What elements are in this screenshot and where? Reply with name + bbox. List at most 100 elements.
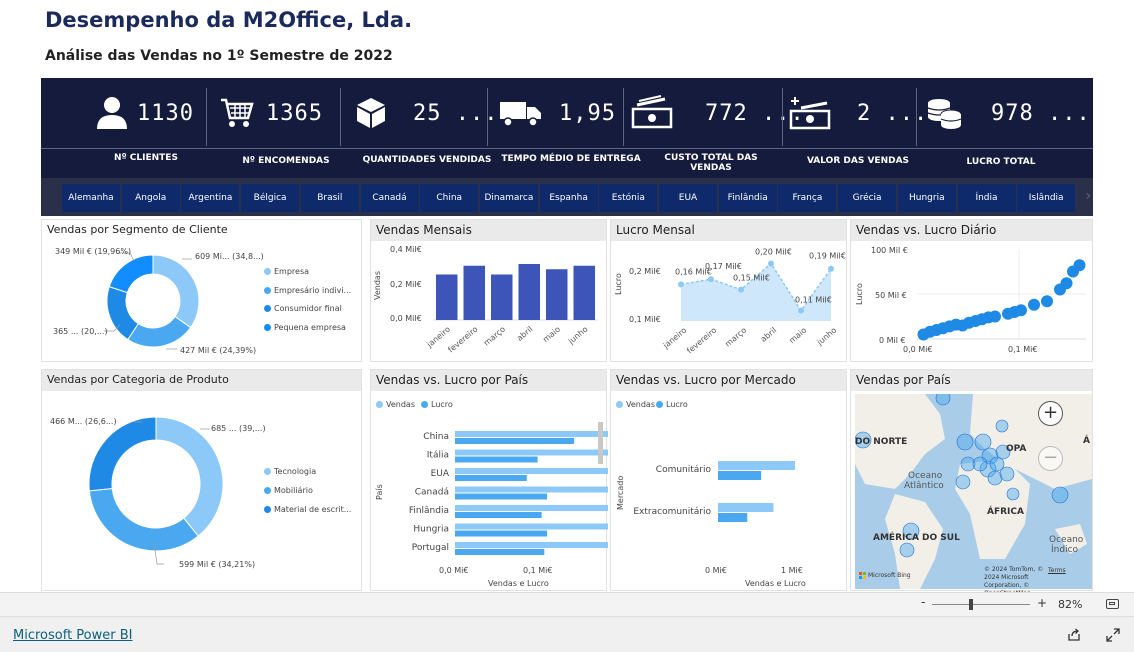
map-bubble[interactable] xyxy=(899,542,915,558)
bar[interactable] xyxy=(455,542,608,548)
country-button[interactable]: Finlândia xyxy=(718,184,777,212)
scatter-point[interactable] xyxy=(1060,277,1073,290)
bar[interactable] xyxy=(718,471,762,480)
map-bubble[interactable] xyxy=(972,456,988,472)
donut-slice[interactable] xyxy=(106,285,139,341)
power-bi-link[interactable]: Microsoft Power BI xyxy=(13,628,132,643)
legend-item[interactable]: Material de escrit... xyxy=(264,505,351,514)
zoom-in-button[interactable]: + xyxy=(1037,596,1047,610)
bar[interactable] xyxy=(455,449,608,456)
data-point[interactable] xyxy=(828,265,834,272)
scrollbar[interactable] xyxy=(598,422,603,464)
scatter-point[interactable] xyxy=(1041,295,1053,308)
card-title: Vendas vs. Lucro Diário xyxy=(851,220,1092,241)
country-button[interactable]: Brasil xyxy=(300,184,359,212)
legend-item[interactable]: Pequena empresa xyxy=(264,323,346,332)
donut-slice[interactable] xyxy=(108,254,154,294)
map-bubble[interactable] xyxy=(956,433,974,451)
country-button[interactable]: Alemanha xyxy=(62,184,120,212)
bar[interactable] xyxy=(455,456,538,463)
fit-to-page-icon[interactable] xyxy=(1106,599,1119,609)
map-bubble[interactable] xyxy=(995,419,1009,433)
legend-item[interactable]: Mobiliário xyxy=(264,486,313,495)
fullscreen-icon[interactable] xyxy=(1106,628,1120,642)
bar[interactable] xyxy=(455,530,548,537)
bar[interactable] xyxy=(455,512,542,518)
bar[interactable] xyxy=(455,438,575,444)
legend-item[interactable]: Empresário indivi... xyxy=(264,286,351,295)
country-button[interactable]: Angola xyxy=(121,184,180,212)
data-point[interactable] xyxy=(738,286,744,293)
legend-item[interactable]: Tecnologia xyxy=(264,467,316,476)
legend-item[interactable]: Consumidor final xyxy=(264,304,342,313)
country-button[interactable]: Argentina xyxy=(181,184,240,212)
bar[interactable] xyxy=(718,503,774,512)
y-tick: 100 Mil € xyxy=(871,246,908,255)
bar[interactable] xyxy=(718,513,748,522)
map-bubble[interactable] xyxy=(974,433,992,451)
bar[interactable] xyxy=(436,274,458,321)
kpi-clients-value: 1130 xyxy=(137,100,194,126)
scatter-point[interactable] xyxy=(1028,298,1040,311)
donut-slice[interactable] xyxy=(88,487,199,552)
bar[interactable] xyxy=(455,549,545,555)
scatter-point[interactable] xyxy=(1015,304,1027,317)
bar[interactable] xyxy=(455,468,608,474)
country-button[interactable]: Canadá xyxy=(360,184,419,212)
map-zoom-in-button[interactable]: + xyxy=(1038,401,1063,426)
zoom-slider-thumb[interactable] xyxy=(969,599,973,610)
zoom-out-button[interactable]: - xyxy=(921,595,925,609)
country-button[interactable]: Índia xyxy=(957,184,1016,212)
bar[interactable] xyxy=(463,265,486,320)
y-tick: 0,2 Mil€ xyxy=(629,267,661,276)
donut-slice[interactable] xyxy=(127,315,192,348)
bar[interactable] xyxy=(718,461,795,470)
share-icon[interactable] xyxy=(1067,628,1081,642)
bar[interactable] xyxy=(455,493,548,500)
bar[interactable] xyxy=(455,505,608,511)
y-tick: 0,1 Mil€ xyxy=(629,315,661,324)
map-terms-link[interactable]: Terms xyxy=(1048,567,1066,574)
country-button[interactable]: Estónia xyxy=(599,184,658,212)
zoom-slider[interactable] xyxy=(932,604,1030,605)
bar[interactable] xyxy=(546,269,568,320)
y-tick: 0,4 Mil€ xyxy=(390,245,422,254)
country-button[interactable]: Dinamarca xyxy=(479,184,538,212)
map-bubble[interactable] xyxy=(1051,486,1069,504)
slicer-scroll-right-icon[interactable]: › xyxy=(1085,188,1091,204)
country-button[interactable]: Islândia xyxy=(1017,184,1076,212)
country-button[interactable]: Hungria xyxy=(897,184,956,212)
scatter-point[interactable] xyxy=(989,310,1001,323)
bar[interactable] xyxy=(455,431,608,437)
bar[interactable] xyxy=(518,264,541,320)
country-button[interactable]: EUA xyxy=(659,184,717,212)
map-bubble[interactable] xyxy=(999,466,1015,482)
map-zoom-out-button[interactable]: − xyxy=(1038,446,1063,471)
data-point[interactable] xyxy=(798,307,804,314)
donut-slice[interactable] xyxy=(88,416,157,492)
country-button[interactable]: Espanha xyxy=(539,184,598,212)
country-button[interactable]: Grécia xyxy=(838,184,897,212)
data-point[interactable] xyxy=(708,276,714,283)
data-point[interactable] xyxy=(768,260,774,267)
y-axis-label: Lucro xyxy=(855,283,864,305)
bar[interactable] xyxy=(491,274,513,321)
donut-slice[interactable] xyxy=(155,416,224,537)
bar[interactable] xyxy=(455,523,608,530)
scatter-point[interactable] xyxy=(1073,259,1086,272)
bar[interactable] xyxy=(455,486,608,493)
bar[interactable] xyxy=(455,475,527,481)
map-bubble[interactable] xyxy=(955,474,971,490)
card-title: Vendas vs. Lucro por País xyxy=(371,370,606,391)
data-point[interactable] xyxy=(678,281,684,288)
country-button[interactable]: França xyxy=(778,184,837,212)
x-tick: junho xyxy=(815,326,839,348)
legend-item[interactable]: Empresa xyxy=(264,267,309,276)
country-button[interactable]: China xyxy=(420,184,479,212)
legend-label: Empresa xyxy=(274,267,310,276)
bar[interactable] xyxy=(573,265,596,320)
map-bubble[interactable] xyxy=(1006,487,1020,501)
map-bubble[interactable] xyxy=(935,394,951,406)
legend-label: Tecnologia xyxy=(274,467,317,476)
country-button[interactable]: Bélgica xyxy=(241,184,300,212)
